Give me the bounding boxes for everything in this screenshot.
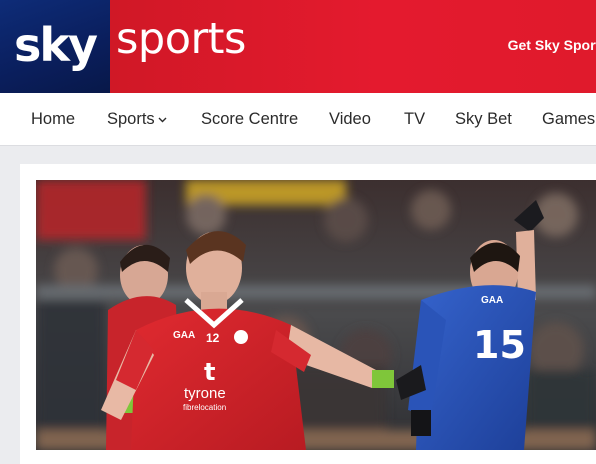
jersey-crest-right: GAA xyxy=(481,295,503,306)
sports-banner: sports Get Sky Sports xyxy=(110,0,596,93)
jersey-number-left: 12 xyxy=(206,331,220,345)
nav-item-label: Games xyxy=(542,110,596,128)
nav-item-label: Home xyxy=(31,110,76,128)
nav-item-label: Sports xyxy=(107,110,155,128)
nav-item-label: Sky Bet xyxy=(455,110,512,128)
sports-logo-text[interactable]: sports xyxy=(116,18,246,61)
nav-item-label: Score Centre xyxy=(201,110,299,128)
nav-item-label: Video xyxy=(329,110,371,128)
svg-text:t: t xyxy=(204,358,215,386)
nav-item-games[interactable]: Games xyxy=(542,93,595,145)
article-hero-image[interactable]: GAA 12 t tyrone fibrelocation GAA 15 xyxy=(36,180,596,450)
nav-item-tv[interactable]: TV xyxy=(404,93,425,145)
sky-logo[interactable]: sky xyxy=(0,0,110,93)
hero-photo-illustration: GAA 12 t tyrone fibrelocation GAA 15 xyxy=(36,180,596,450)
sky-logo-text: sky xyxy=(14,17,98,72)
main-nav: Home Sports Score Centre Video TV Sky Be… xyxy=(0,93,596,146)
nav-item-score-centre[interactable]: Score Centre xyxy=(201,93,298,145)
jersey-crest-left: GAA xyxy=(173,330,195,341)
nav-item-sports[interactable]: Sports xyxy=(107,93,167,145)
nav-item-home[interactable]: Home xyxy=(31,93,75,145)
nav-item-sky-bet[interactable]: Sky Bet xyxy=(455,93,512,145)
jersey-number-right: 15 xyxy=(473,323,526,367)
chevron-down-icon xyxy=(158,117,167,123)
get-sky-sports-link[interactable]: Get Sky Sports xyxy=(508,37,596,53)
nav-item-video[interactable]: Video xyxy=(329,93,371,145)
jersey-sponsor: tyrone xyxy=(184,385,226,402)
site-header: sky sports Get Sky Sports xyxy=(0,0,596,93)
jersey-sponsor-sub: fibrelocation xyxy=(183,403,226,412)
nav-item-label: TV xyxy=(404,110,426,128)
